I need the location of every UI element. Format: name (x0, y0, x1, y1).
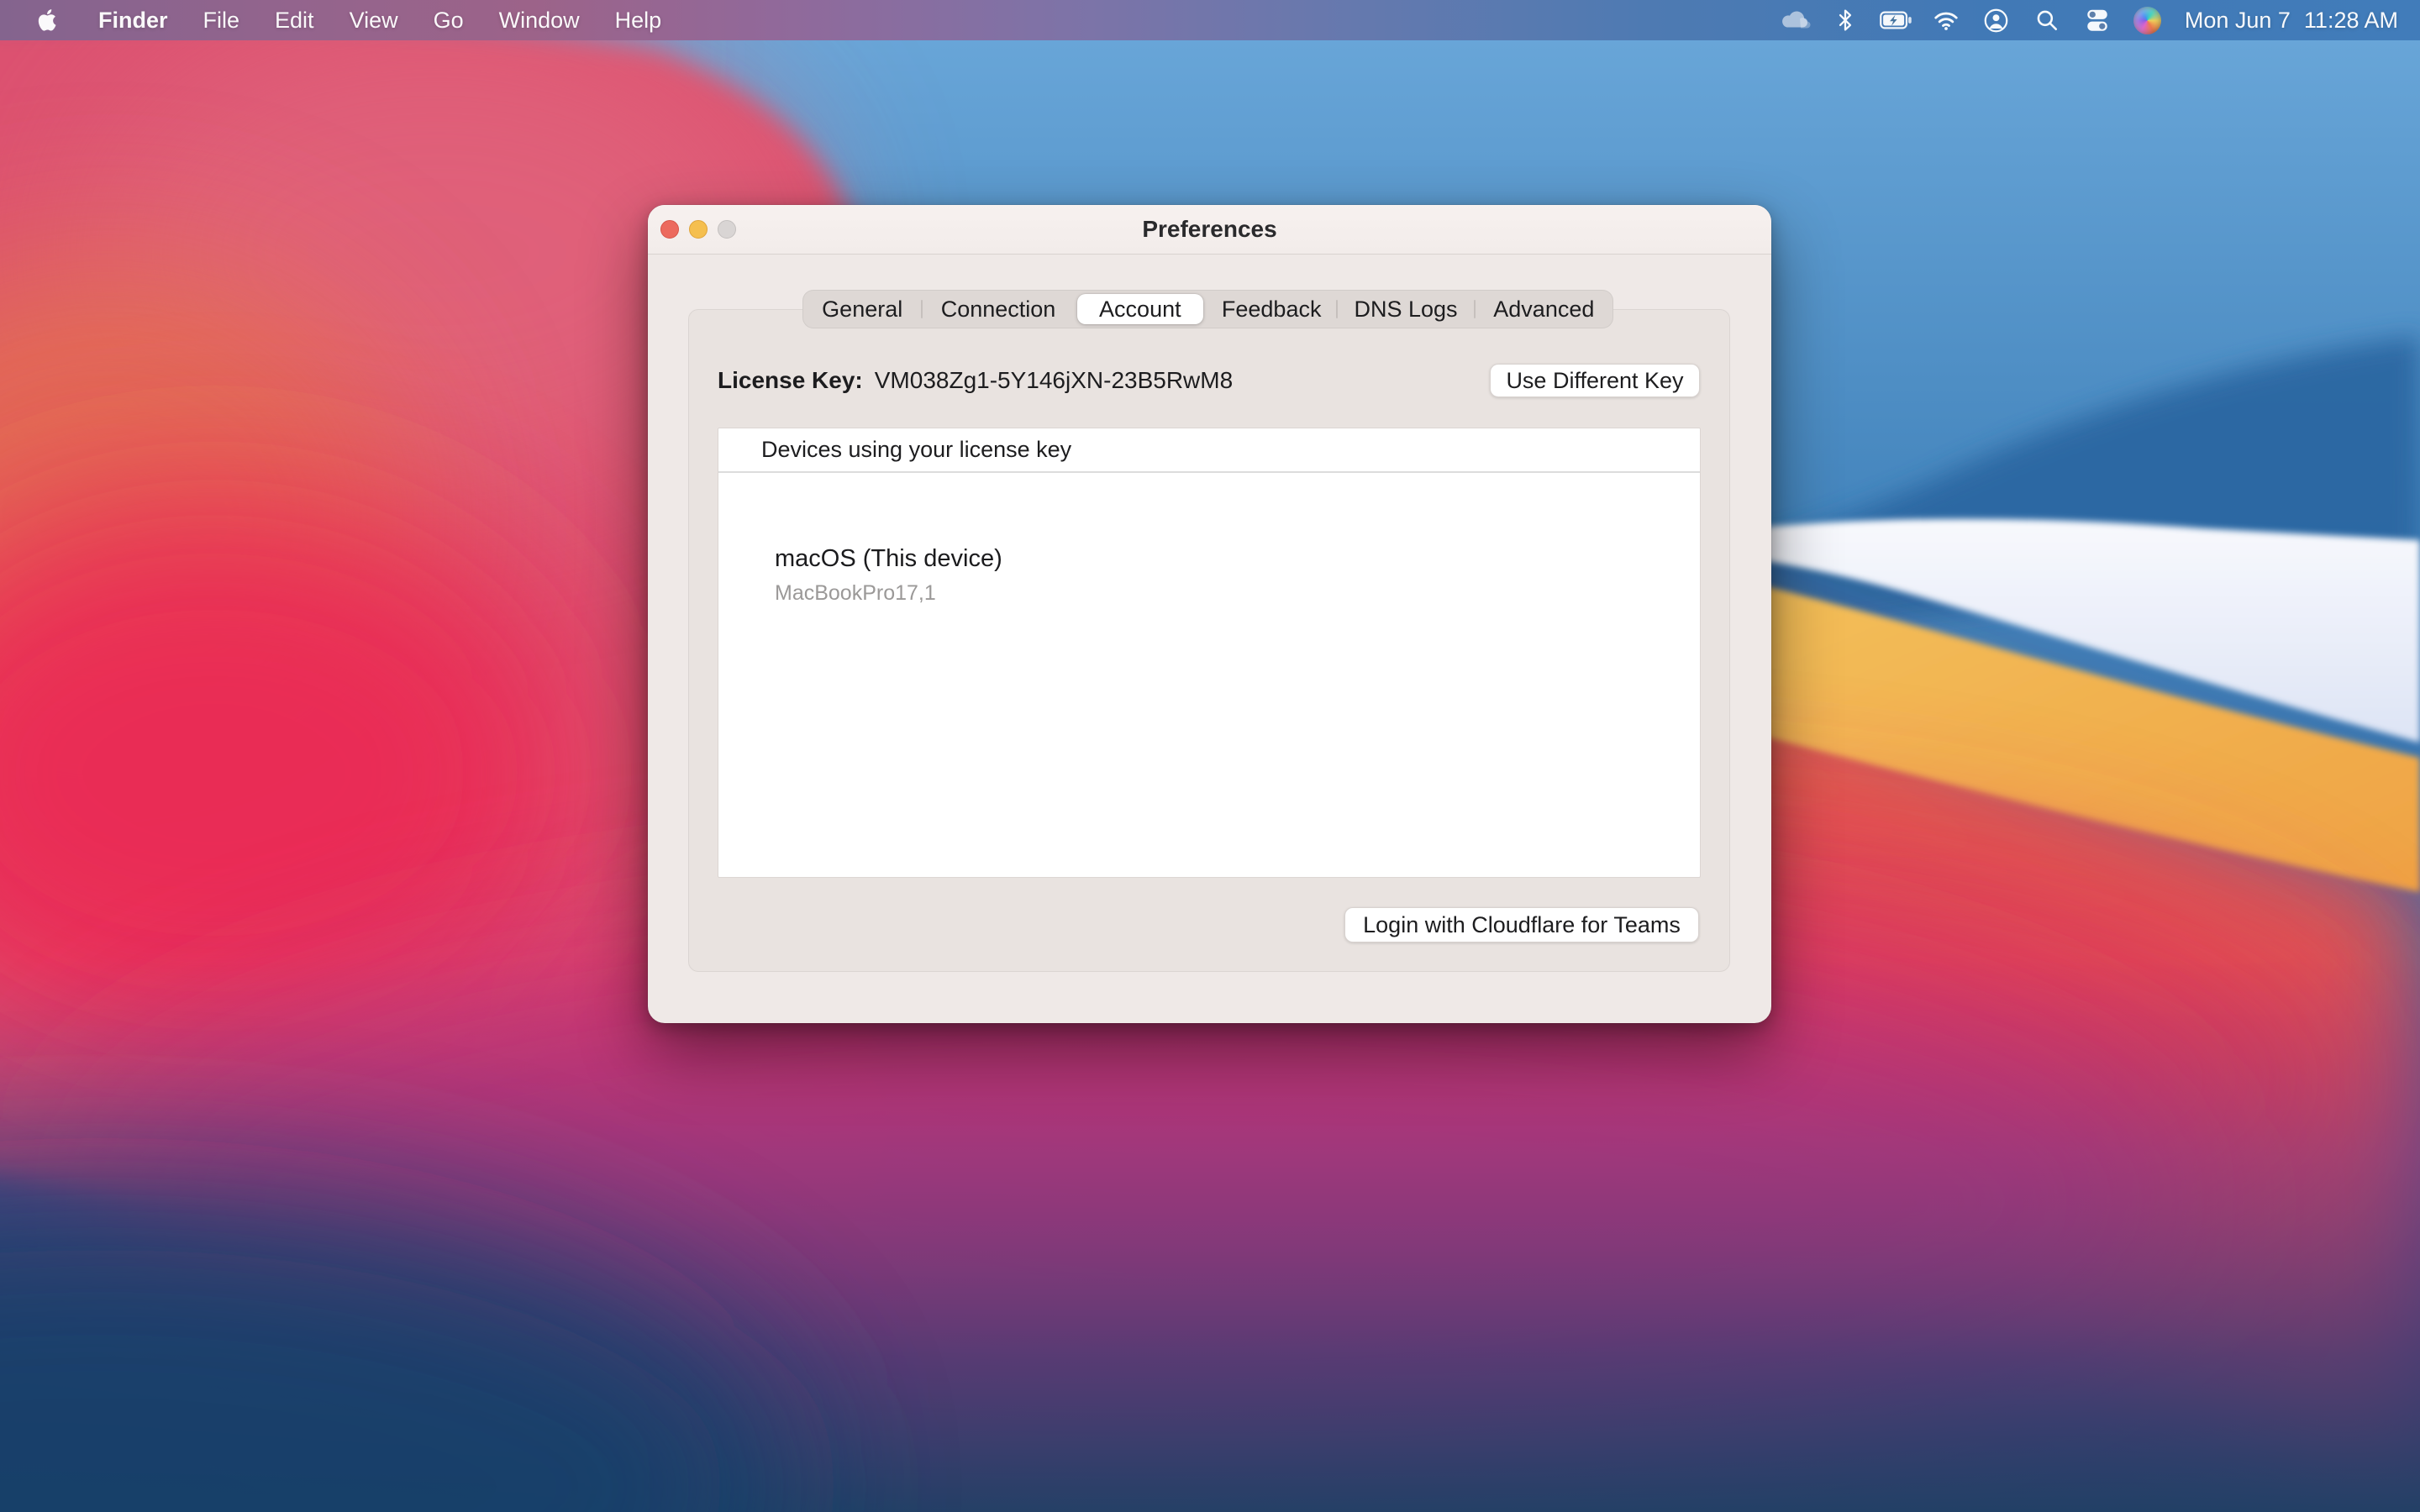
use-different-key-button[interactable]: Use Different Key (1490, 364, 1700, 397)
close-button[interactable] (660, 220, 679, 239)
tab-separator (1074, 300, 1076, 318)
apple-menu-icon[interactable] (34, 6, 62, 34)
bluetooth-icon[interactable] (1826, 0, 1865, 40)
tab-advanced[interactable]: Advanced (1476, 294, 1612, 324)
menu-item-help[interactable]: Help (597, 8, 680, 34)
tab-feedback[interactable]: Feedback (1207, 294, 1336, 324)
window-title: Preferences (1142, 216, 1276, 243)
device-name: macOS (This device) (775, 545, 1700, 573)
preferences-tab-bar: General Connection Account Feedback DNS … (802, 290, 1613, 328)
tab-dns-logs[interactable]: DNS Logs (1338, 294, 1473, 324)
clock-date: Mon Jun 7 (2185, 8, 2291, 34)
traffic-lights (660, 220, 736, 239)
device-model: MacBookPro17,1 (775, 581, 1700, 606)
battery-icon[interactable] (1876, 0, 1915, 40)
window-titlebar[interactable]: Preferences (648, 205, 1771, 255)
device-list-item[interactable]: macOS (This device) MacBookPro17,1 (775, 545, 1700, 606)
menu-bar-clock[interactable]: Mon Jun 7 11:28 AM (2185, 8, 2398, 34)
license-key-label: License Key: (718, 367, 863, 394)
zoom-button-disabled (718, 220, 736, 239)
menu-item-window[interactable]: Window (481, 8, 597, 34)
license-key-value: VM038Zg1-5Y146jXN-23B5RwM8 (875, 367, 1233, 394)
tab-general[interactable]: General (803, 294, 921, 324)
menu-item-edit[interactable]: Edit (257, 8, 332, 34)
tab-account[interactable]: Account (1077, 294, 1203, 324)
menu-bar-left: Finder File Edit View Go Window Help (0, 0, 679, 40)
wifi-icon[interactable] (1927, 0, 1965, 40)
menu-item-view[interactable]: View (332, 8, 416, 34)
control-center-icon[interactable] (2078, 0, 2117, 40)
login-with-cloudflare-teams-button[interactable]: Login with Cloudflare for Teams (1344, 907, 1699, 942)
license-key-row: License Key: VM038Zg1-5Y146jXN-23B5RwM8 (718, 367, 1233, 394)
menu-item-finder[interactable]: Finder (81, 8, 186, 34)
cloudflare-warp-icon[interactable] (1776, 0, 1814, 40)
devices-list-header: Devices using your license key (718, 428, 1700, 473)
preferences-window: Preferences General Connection Account F… (648, 205, 1771, 1023)
menu-item-go[interactable]: Go (416, 8, 481, 34)
minimize-button[interactable] (689, 220, 708, 239)
user-account-icon[interactable] (1977, 0, 2016, 40)
clock-time: 11:28 AM (2304, 8, 2398, 34)
menu-bar-status-area: Mon Jun 7 11:28 AM (1770, 0, 2420, 40)
tab-connection[interactable]: Connection (923, 294, 1073, 324)
menu-bar: Finder File Edit View Go Window Help (0, 0, 2420, 40)
spotlight-search-icon[interactable] (2028, 0, 2066, 40)
devices-list-panel: Devices using your license key macOS (Th… (718, 428, 1701, 878)
menu-item-file[interactable]: File (186, 8, 258, 34)
siri-icon[interactable] (2128, 0, 2167, 40)
